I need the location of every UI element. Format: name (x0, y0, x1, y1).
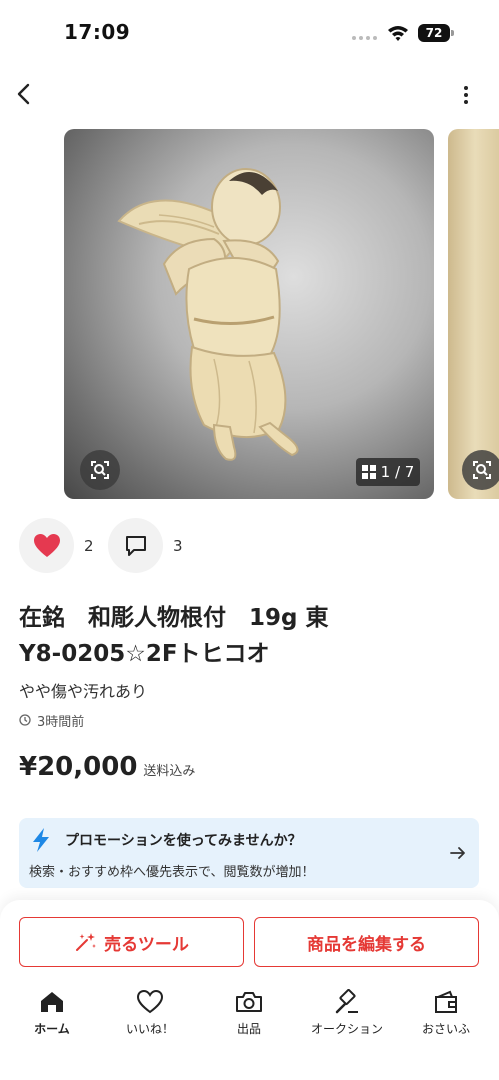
posted-time: 3時間前 (19, 711, 85, 730)
sell-tool-button[interactable]: 売るツール (19, 917, 244, 967)
promotion-title: プロモーションを使ってみませんか？ (65, 833, 302, 849)
edit-item-button[interactable]: 商品を編集する (254, 917, 479, 967)
shipping-note: 送料込み (143, 764, 196, 779)
nav-bar (0, 76, 499, 112)
netsuke-figure-illustration (117, 168, 299, 461)
comment-button[interactable] (108, 518, 163, 573)
tab-auction[interactable]: オークション (297, 988, 397, 1038)
image-search-button-next[interactable] (462, 450, 499, 490)
photo-gallery[interactable] (0, 129, 499, 499)
reactions-row: 2 3 (0, 518, 499, 574)
item-title: 在銘 和彫人物根付 19g 東 Y8-0205☆2Fトヒコオ (19, 605, 329, 667)
more-dot-icon (464, 93, 468, 97)
like-count: 2 (84, 537, 94, 555)
item-photo[interactable] (64, 129, 434, 499)
comment-icon (125, 535, 146, 556)
tab-likes-label: いいね！ (125, 1022, 174, 1036)
next-item-photo[interactable] (448, 129, 499, 499)
back-button[interactable] (12, 80, 38, 108)
tab-auction-label: オークション (310, 1022, 383, 1036)
item-price: ¥20,000 (19, 752, 138, 782)
tab-listing-label: 出品 (236, 1022, 261, 1036)
tab-likes[interactable]: いいね！ (100, 988, 200, 1038)
promotion-description: 検索・おすすめ枠へ優先表示で、閲覧数が増加！ (29, 865, 315, 880)
lightning-icon (33, 828, 49, 852)
sparkle-wand-icon (76, 933, 97, 951)
heart-filled-icon (33, 533, 60, 557)
edit-item-label: 商品を編集する (307, 934, 426, 955)
wifi-icon (388, 26, 408, 41)
tab-wallet[interactable]: おさいふ (396, 988, 496, 1038)
cellular-signal-icon (352, 36, 377, 40)
item-condition: やや傷や汚れあり (19, 682, 148, 701)
arrow-right-icon (450, 847, 465, 859)
camera-icon (236, 992, 262, 1012)
home-icon (41, 992, 63, 1012)
posted-time-label: 3時間前 (37, 714, 85, 730)
more-options-button[interactable] (456, 82, 476, 108)
photo-counter-label: 1 / 7 (380, 463, 415, 481)
comment-count: 3 (173, 537, 183, 555)
scan-icon (473, 461, 491, 479)
tab-home-label: ホーム (34, 1022, 70, 1036)
like-button[interactable] (19, 518, 74, 573)
tab-bar: ホーム いいね！ 出品 オークション おさいふ (0, 988, 499, 1048)
more-dot-icon (464, 100, 468, 104)
clock-icon (19, 714, 31, 726)
chevron-left-icon (17, 83, 30, 105)
tab-listing[interactable]: 出品 (199, 988, 299, 1038)
gavel-icon (335, 989, 358, 1014)
promotion-banner[interactable]: プロモーションを使ってみませんか？ 検索・おすすめ枠へ優先表示で、閲覧数が増加！ (19, 818, 479, 888)
scan-icon (91, 461, 109, 479)
more-dot-icon (464, 86, 468, 90)
status-bar: 17:09 72 (0, 0, 499, 60)
battery-indicator: 72 (418, 24, 450, 42)
battery-tip (451, 30, 454, 36)
tab-home[interactable]: ホーム (2, 988, 102, 1038)
sell-tool-label: 売るツール (104, 934, 189, 955)
status-time: 17:09 (64, 20, 131, 44)
price-row: ¥20,000 送料込み (19, 752, 195, 782)
heart-icon (136, 989, 164, 1014)
grid-icon (361, 465, 376, 479)
wallet-icon (435, 990, 457, 1013)
tab-wallet-label: おさいふ (421, 1022, 470, 1036)
image-search-button[interactable] (80, 450, 120, 490)
photo-counter[interactable]: 1 / 7 (356, 458, 420, 486)
